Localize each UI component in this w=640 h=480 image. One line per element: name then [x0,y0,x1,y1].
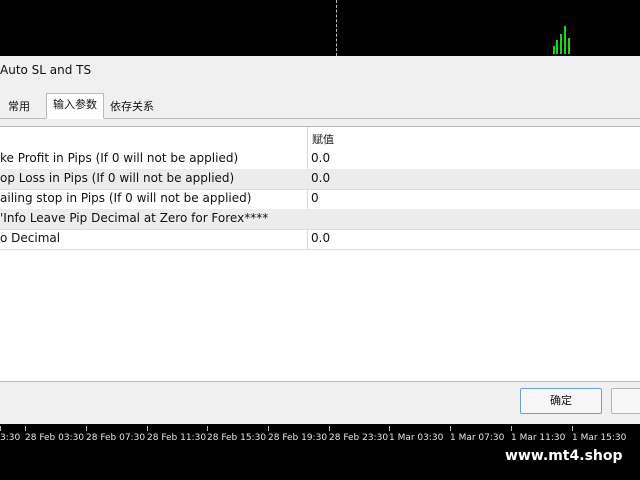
tab-dependencies[interactable]: 依存关系 [104,97,160,117]
table-row[interactable]: o Decimal 0.0 [0,229,640,250]
param-name: ailing stop in Pips (If 0 will not be ap… [0,191,252,205]
ok-button[interactable]: 确定 [520,388,602,414]
dialog-title: Auto SL and TS [0,63,92,77]
watermark: www.mt4.shop [505,448,623,464]
inputs-table: 赋值 ke Profit in Pips (If 0 will not be a… [0,126,640,382]
tab-common[interactable]: 常用 [2,97,36,117]
time-tick-label: 28 Feb 07:30 [86,426,146,443]
time-tick-label: 28 Feb 11:30 [147,426,207,443]
cancel-button[interactable] [611,388,640,414]
tab-bar: 常用 输入参数 依存关系 [0,93,640,119]
time-tick-label: 28 Feb 19:30 [268,426,328,443]
table-header: 赋值 [0,127,640,149]
candle [560,34,562,54]
param-name: ke Profit in Pips (If 0 will not be appl… [0,151,239,165]
table-row[interactable]: ailing stop in Pips (If 0 will not be ap… [0,189,640,210]
time-tick-label: 1 Mar 03:30 [389,426,444,443]
tab-inputs[interactable]: 输入参数 [46,93,104,119]
time-tick-label: 3:30 [0,426,21,443]
table-row[interactable]: op Loss in Pips (If 0 will not be applie… [0,169,640,190]
candle [553,46,555,54]
table-row[interactable]: ke Profit in Pips (If 0 will not be appl… [0,149,640,170]
param-value[interactable]: 0.0 [311,151,330,165]
candle [556,40,558,54]
time-tick-label: 1 Mar 07:30 [450,426,505,443]
param-name: 'Info Leave Pip Decimal at Zero for Fore… [0,211,269,225]
param-value[interactable]: 0.0 [311,231,330,245]
price-chart-area [0,0,640,56]
expert-properties-dialog: Auto SL and TS 常用 输入参数 依存关系 赋值 ke Profit… [0,56,640,424]
time-tick-label: 28 Feb 15:30 [207,426,267,443]
time-axis: 3:30 28 Feb 03:30 28 Feb 07:30 28 Feb 11… [0,424,640,480]
param-value[interactable]: 0.0 [311,171,330,185]
table-row[interactable]: 'Info Leave Pip Decimal at Zero for Fore… [0,209,640,230]
value-column-header[interactable]: 赋值 [312,131,334,147]
time-tick-label: 1 Mar 11:30 [511,426,566,443]
period-separator-line [336,0,337,56]
candle [564,26,566,54]
time-tick-label: 28 Feb 23:30 [329,426,389,443]
param-value[interactable]: 0 [311,191,319,205]
time-tick-label: 28 Feb 03:30 [25,426,85,443]
candle [568,38,570,54]
param-name: o Decimal [0,231,61,245]
param-name: op Loss in Pips (If 0 will not be applie… [0,171,235,185]
time-tick-label: 1 Mar 15:30 [572,426,627,443]
